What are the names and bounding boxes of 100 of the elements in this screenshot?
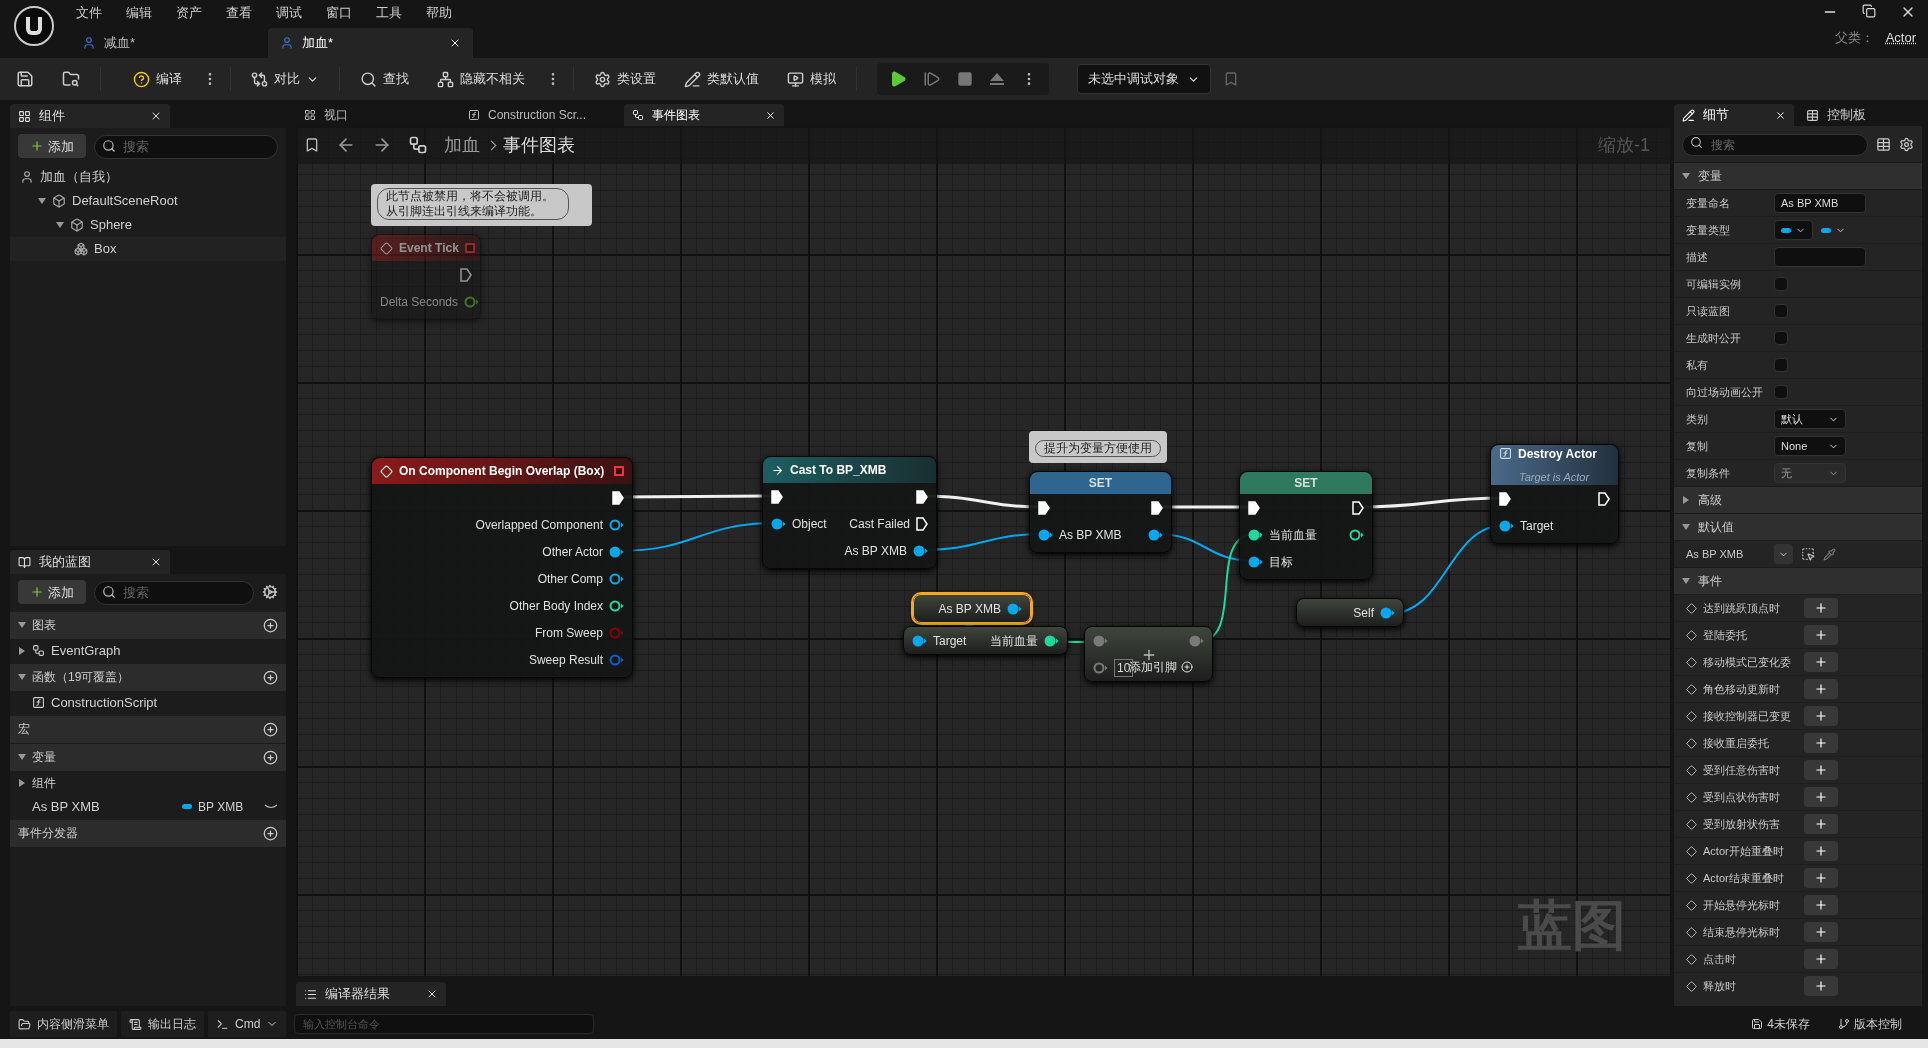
property-label: 登陆委托 bbox=[1703, 627, 1747, 643]
document-tab[interactable]: 减血* bbox=[70, 28, 260, 58]
section-header[interactable]: 变量 bbox=[1674, 162, 1922, 189]
panel-tab[interactable]: 控制板 bbox=[1798, 104, 1918, 126]
property-label: 复制 bbox=[1686, 438, 1708, 454]
set-node[interactable]: SET As BP XMB bbox=[1029, 471, 1172, 553]
node-title: SET bbox=[1294, 475, 1318, 492]
breadcrumb-item[interactable]: 事件图表 bbox=[503, 131, 575, 159]
property-label: 角色移动更新时 bbox=[1703, 681, 1780, 697]
menu-item[interactable]: 帮助 bbox=[426, 3, 452, 23]
add-node[interactable]: 10添加引脚 bbox=[1084, 626, 1213, 682]
list-item[interactable]: As BP XMB bbox=[32, 796, 100, 817]
tree-item[interactable]: Box bbox=[94, 238, 117, 259]
property-label: As BP XMB bbox=[1686, 546, 1744, 562]
debug-target-dropdown[interactable]: 未选中调试对象 bbox=[1077, 64, 1211, 94]
tree-item[interactable]: 加血（自我） bbox=[40, 166, 118, 187]
pin-label: As BP XMB bbox=[844, 542, 907, 560]
property-label: 私有 bbox=[1686, 357, 1708, 373]
pin-label: As BP XMB bbox=[938, 600, 1001, 618]
pin-label: Self bbox=[1353, 604, 1374, 622]
menu-item[interactable]: 窗口 bbox=[326, 3, 352, 23]
section-header[interactable]: 宏 bbox=[10, 715, 286, 743]
select-dropdown[interactable]: 默认 bbox=[1774, 409, 1846, 429]
property-label: 结束悬停光标时 bbox=[1703, 924, 1780, 940]
getter-node[interactable]: As BP XMB bbox=[913, 594, 1031, 623]
section-header[interactable]: 事件 bbox=[1674, 567, 1922, 594]
property-label: Actor结束重叠时 bbox=[1703, 870, 1784, 886]
status-bar-button[interactable]: 输出日志 bbox=[121, 1011, 204, 1037]
section-header[interactable]: 高级 bbox=[1674, 486, 1922, 513]
editor-tab[interactable]: 视口 bbox=[296, 104, 456, 126]
menu-item[interactable]: 编辑 bbox=[126, 3, 152, 23]
toolbar-button[interactable]: 类默认值 bbox=[676, 64, 767, 94]
list-item[interactable]: ConstructionScript bbox=[51, 692, 158, 713]
panel-tab[interactable]: 编译器结果 bbox=[296, 982, 446, 1006]
add-button[interactable]: 添加 bbox=[18, 580, 86, 605]
status-bar-button[interactable]: Cmd bbox=[208, 1011, 287, 1037]
menu-item[interactable]: 文件 bbox=[76, 3, 102, 23]
menu-item[interactable]: 工具 bbox=[376, 3, 402, 23]
getter-node[interactable]: Self bbox=[1296, 598, 1404, 627]
toolbar-button[interactable]: 编译 bbox=[125, 64, 190, 94]
property-label: 移动模式已变化委 bbox=[1703, 654, 1791, 670]
section-header[interactable]: 事件分发器 bbox=[10, 819, 286, 847]
property-label: 达到跳跃顶点时 bbox=[1703, 600, 1780, 616]
getter-node[interactable]: Target 当前血量 bbox=[903, 626, 1068, 655]
property-label: 类别 bbox=[1686, 411, 1708, 427]
property-label: 复制条件 bbox=[1686, 465, 1730, 481]
property-label: 接收控制器已变更 bbox=[1703, 708, 1791, 724]
menu-item[interactable]: 资产 bbox=[176, 3, 202, 23]
toolbar-button[interactable]: 对比 bbox=[243, 64, 327, 94]
pin-label: Target bbox=[1520, 517, 1554, 535]
cast-node[interactable]: Cast To BP_XMB Object Cast Failed As BP XMB bbox=[762, 456, 937, 569]
list-item[interactable]: 组件 bbox=[32, 773, 56, 792]
set-node[interactable]: SET 当前血量 目标 bbox=[1239, 471, 1373, 580]
select-dropdown[interactable]: None bbox=[1774, 436, 1846, 456]
pin-label: Object bbox=[792, 515, 827, 533]
editor-tab[interactable]: 事件图表 bbox=[624, 104, 784, 126]
editor-tab[interactable]: Construction Scr... bbox=[460, 104, 620, 126]
menu-item[interactable]: 调试 bbox=[276, 3, 302, 23]
panel-tab[interactable]: 我的蓝图 bbox=[10, 550, 170, 574]
section-header[interactable]: 函数（19可覆盖） bbox=[10, 663, 286, 691]
property-label: 只读蓝图 bbox=[1686, 303, 1730, 319]
add-button[interactable]: 添加 bbox=[18, 134, 86, 159]
tree-item[interactable]: Sphere bbox=[90, 214, 132, 235]
panel-tab[interactable]: 细节 bbox=[1674, 104, 1794, 126]
variable-type: BP XMB bbox=[198, 798, 245, 816]
menu-item[interactable]: 查看 bbox=[226, 3, 252, 23]
unsaved-count[interactable]: 4未保存 bbox=[1767, 1015, 1810, 1033]
search-field[interactable]: 搜索 bbox=[94, 580, 254, 605]
parent-class-link[interactable]: Actor bbox=[1885, 28, 1916, 48]
section-header[interactable]: 图表 bbox=[10, 611, 286, 639]
property-label: 点击时 bbox=[1703, 951, 1736, 967]
section-header[interactable]: 变量 bbox=[10, 743, 286, 771]
pin-label: Overlapped Component bbox=[475, 516, 603, 534]
document-tab[interactable]: 加血* bbox=[268, 28, 473, 58]
node-title: Event Tick bbox=[399, 240, 459, 257]
status-bar-button[interactable]: 内容侧滑菜单 bbox=[10, 1011, 117, 1037]
breadcrumb-item[interactable]: 加血 bbox=[444, 131, 480, 159]
node-title: SET bbox=[1088, 475, 1113, 492]
section-header[interactable]: 默认值 bbox=[1674, 513, 1922, 540]
panel-tab[interactable]: 组件 bbox=[10, 104, 170, 128]
console-field[interactable]: 输入控制台命令 bbox=[294, 1014, 595, 1034]
tree-item[interactable]: DefaultSceneRoot bbox=[72, 190, 178, 211]
source-control-button[interactable]: 版本控制 bbox=[1854, 1015, 1902, 1033]
property-label: 生成时公开 bbox=[1686, 330, 1741, 346]
property-label: 释放时 bbox=[1703, 978, 1736, 994]
event-node[interactable]: On Component Begin Overlap (Box) Overlapped Component Other Actor Other Comp Other Body Index From Sweep Sweep Result bbox=[371, 457, 633, 678]
function-node[interactable]: Destroy Actor Target is Actor Target bbox=[1490, 444, 1619, 544]
text-field[interactable]: As BP XMB bbox=[1774, 193, 1866, 213]
property-label: 描述 bbox=[1686, 249, 1708, 265]
pin-label: From Sweep bbox=[534, 624, 603, 642]
search-field[interactable]: 搜索 bbox=[94, 134, 278, 159]
toolbar-button[interactable]: 模拟 bbox=[779, 64, 844, 94]
toolbar-button[interactable]: 类设置 bbox=[586, 64, 664, 94]
list-item[interactable]: EventGraph bbox=[51, 640, 121, 661]
toolbar-button[interactable]: 隐藏不相关 bbox=[429, 64, 533, 94]
property-label: Actor开始重叠时 bbox=[1703, 843, 1784, 859]
search-field[interactable]: 搜索 bbox=[1682, 134, 1868, 156]
parent-class-label: 父类： bbox=[1834, 29, 1874, 47]
pin-label: Other Actor bbox=[542, 543, 603, 561]
toolbar-button[interactable]: 查找 bbox=[352, 64, 417, 94]
